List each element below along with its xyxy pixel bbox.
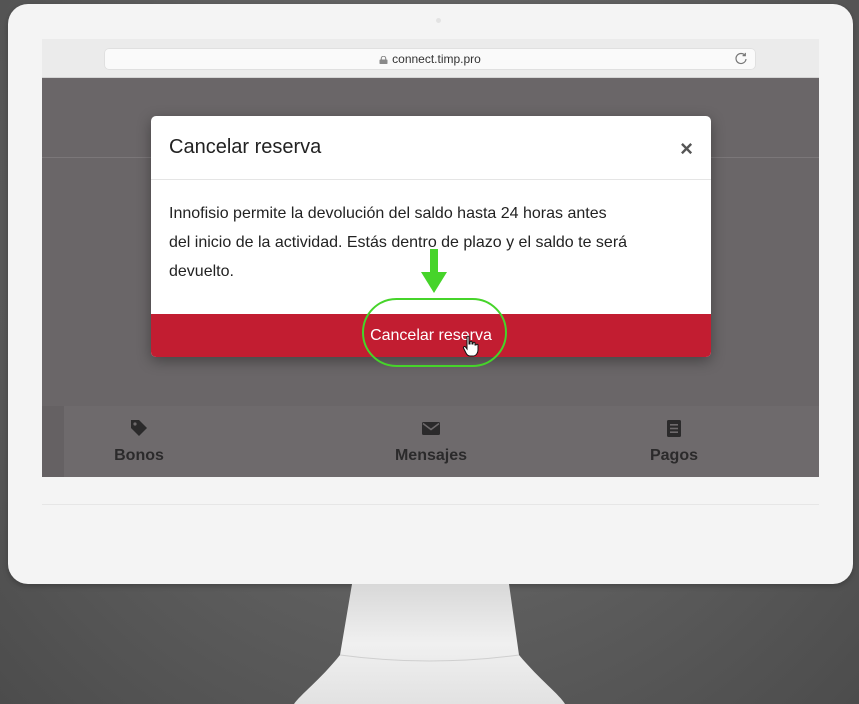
highlight-ring bbox=[362, 298, 507, 367]
bottom-nav-edge bbox=[42, 406, 64, 477]
browser-toolbar: connect.timp.pro bbox=[42, 39, 819, 78]
tag-icon bbox=[131, 420, 147, 436]
nav-label-bonos: Bonos bbox=[114, 447, 164, 464]
camera-dot bbox=[436, 18, 441, 23]
down-arrow-icon bbox=[421, 249, 447, 293]
dialog-title: Cancelar reserva bbox=[169, 136, 322, 158]
dialog-divider bbox=[151, 179, 711, 180]
monitor-chin bbox=[42, 504, 819, 505]
lock-icon bbox=[379, 56, 388, 64]
list-icon bbox=[667, 420, 681, 437]
url-text: connect.timp.pro bbox=[392, 52, 481, 66]
nav-label-mensajes: Mensajes bbox=[394, 447, 468, 464]
envelope-icon bbox=[422, 422, 440, 435]
nav-item-pagos[interactable]: Pagos bbox=[614, 417, 734, 465]
nav-item-bonos[interactable]: Bonos bbox=[79, 417, 199, 465]
close-button[interactable]: × bbox=[680, 138, 693, 160]
address-bar[interactable]: connect.timp.pro bbox=[104, 48, 756, 70]
monitor-frame: connect.timp.pro Bonos Mensajes Pagos Ca… bbox=[8, 4, 853, 584]
screen: connect.timp.pro Bonos Mensajes Pagos Ca… bbox=[42, 39, 819, 477]
reload-icon[interactable] bbox=[734, 51, 748, 65]
url-display: connect.timp.pro bbox=[104, 52, 756, 66]
hand-cursor-icon bbox=[462, 335, 479, 357]
nav-label-pagos: Pagos bbox=[649, 447, 698, 464]
dialog-message-line: Innofisio permite la devolución del sald… bbox=[169, 205, 607, 222]
nav-item-mensajes[interactable]: Mensajes bbox=[371, 417, 491, 465]
